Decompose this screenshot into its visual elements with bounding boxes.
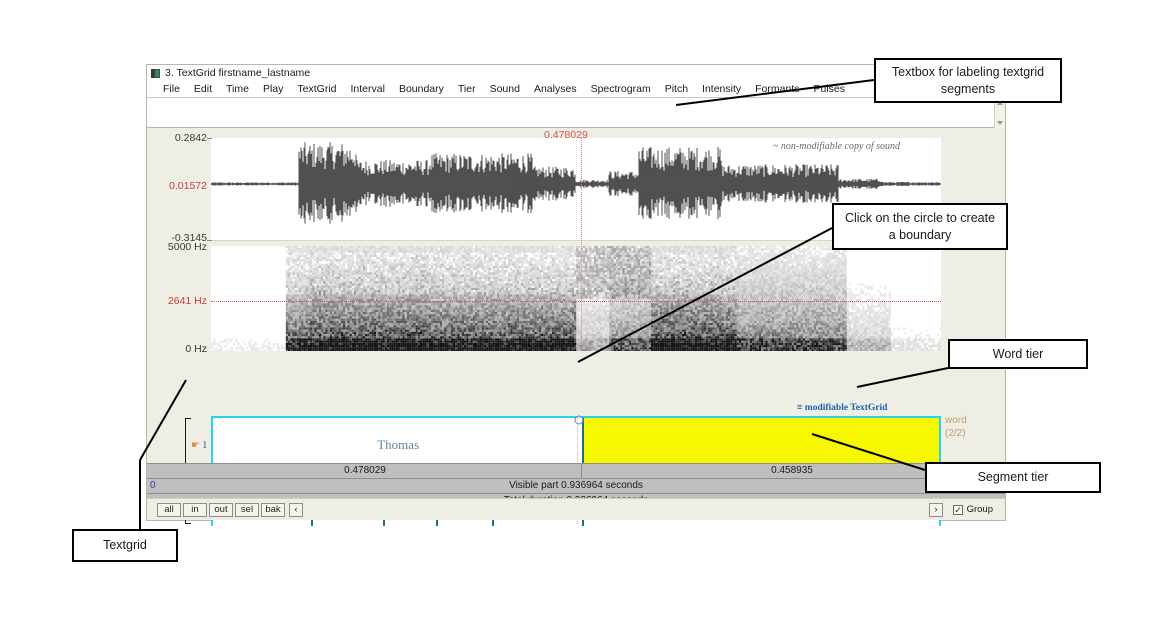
- callout-textgrid-text: Textgrid: [103, 538, 147, 553]
- callout-word-tier: Word tier: [948, 339, 1088, 369]
- callout-click-circle: Click on the circle to create a boundary: [832, 203, 1008, 250]
- screenshot-root: 3. TextGrid firstname_lastname File Edit T…: [0, 0, 1162, 627]
- callout-segment-tier-text: Segment tier: [977, 470, 1049, 485]
- callout-segment-tier: Segment tier: [925, 462, 1101, 493]
- leader-textbox: [675, 79, 875, 106]
- leader-boundary: [577, 227, 833, 363]
- leader-segment-tier: [811, 433, 926, 471]
- leader-textgrid-d: [139, 379, 187, 461]
- callout-textbox-for-labeling: Textbox for labeling textgrid segments: [874, 58, 1062, 103]
- callout-boundary-text: Click on the circle to create a boundary: [844, 210, 996, 242]
- leader-word-tier: [856, 367, 949, 388]
- callout-textbox-text: Textbox for labeling textgrid segments: [891, 64, 1045, 96]
- callout-word-tier-text: Word tier: [992, 346, 1044, 361]
- callout-textgrid: Textgrid: [72, 529, 178, 562]
